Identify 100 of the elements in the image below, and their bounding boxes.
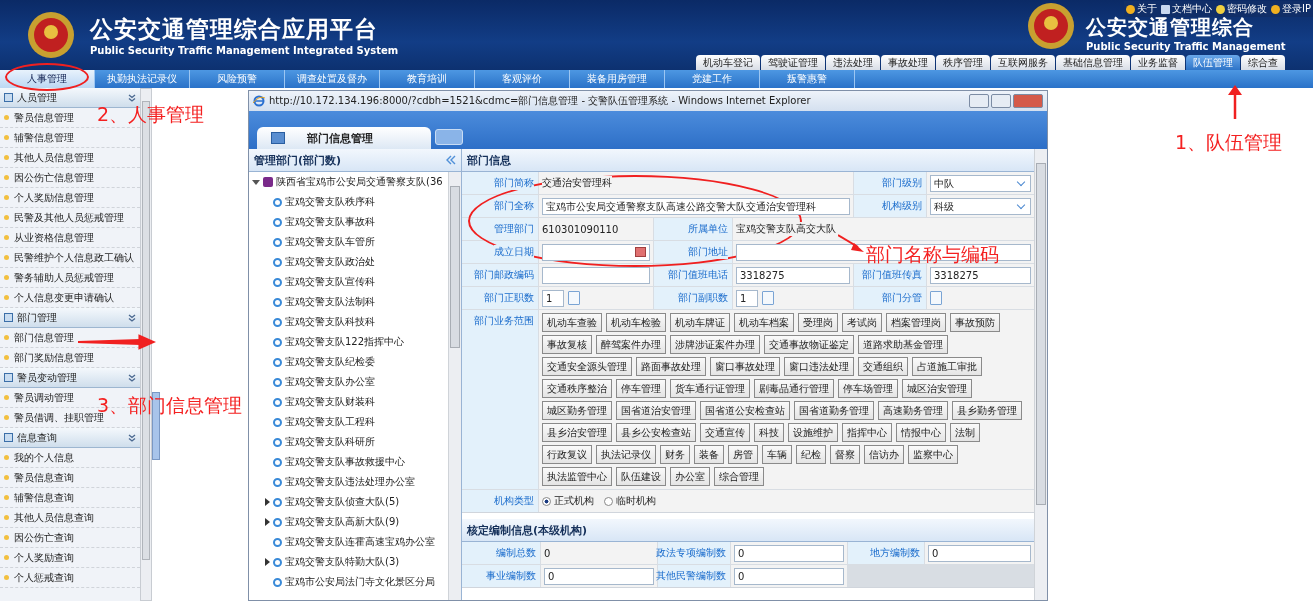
scope-tag-button[interactable]: 机动车档案 (734, 313, 794, 332)
input-field[interactable] (542, 266, 650, 284)
scope-tag-button[interactable]: 停车场管理 (838, 379, 898, 398)
sidebar-item[interactable]: 民警及其他人员惩戒管理 (14, 208, 124, 227)
scope-tag-button[interactable]: 高速勤务管理 (878, 401, 948, 420)
sidebar-item[interactable]: 警员信息管理 (14, 108, 74, 127)
module-tab[interactable]: 秩序管理 (936, 55, 990, 70)
scope-tag-button[interactable]: 涉牌涉证案件办理 (670, 335, 760, 354)
module-tab[interactable]: 事故处理 (881, 55, 935, 70)
input-field[interactable]: 0 (928, 544, 1031, 562)
scope-tag-button[interactable]: 指挥中心 (842, 423, 892, 442)
input-field[interactable]: 1 (736, 289, 758, 307)
sidebar-item[interactable]: 警员信息查询 (14, 468, 74, 487)
scope-tag-button[interactable]: 考试岗 (842, 313, 882, 332)
select-field[interactable]: 中队 (930, 174, 1031, 192)
scope-tag-button[interactable]: 城区勤务管理 (542, 401, 612, 420)
radio-option[interactable]: 正式机构 (542, 494, 594, 508)
tree-node[interactable]: 宝鸡交警支队宣传科 (249, 272, 448, 292)
module-tab[interactable]: 综合查 (1241, 55, 1285, 70)
nav-tab[interactable]: 客观评价 (475, 70, 570, 88)
sidebar-item[interactable]: 个人奖励信息管理 (14, 188, 94, 207)
tree-node[interactable]: 宝鸡交警支队纪检委 (249, 352, 448, 372)
scope-tag-button[interactable]: 窗口违法处理 (784, 357, 854, 376)
nav-tab[interactable]: 风险预警 (190, 70, 285, 88)
input-field[interactable]: 3318275 (736, 266, 850, 284)
double-chevron-icon[interactable] (446, 155, 456, 165)
scope-tag-button[interactable]: 行政复议 (542, 445, 592, 464)
sidebar-item[interactable]: 部门奖励信息管理 (14, 348, 94, 367)
tree-node[interactable]: 陕西省宝鸡市公安局交通警察支队(36 (249, 172, 448, 192)
scope-tag-button[interactable]: 交通事故物证鉴定 (764, 335, 854, 354)
scope-tag-button[interactable]: 信访办 (864, 445, 904, 464)
scope-tag-button[interactable]: 国省道勤务管理 (794, 401, 874, 420)
sidebar-item[interactable]: 我的个人信息 (14, 448, 74, 467)
scope-tag-button[interactable]: 装备 (694, 445, 724, 464)
page-tab[interactable]: 部门信息管理 (257, 127, 431, 149)
scope-tag-button[interactable]: 纪检 (796, 445, 826, 464)
sidebar-item[interactable]: 部门信息管理 (14, 328, 74, 347)
scope-tag-button[interactable]: 交通组织 (858, 357, 908, 376)
nav-tab[interactable]: 人事管理 (0, 70, 95, 88)
nav-tab[interactable]: 党建工作 (665, 70, 760, 88)
sidebar-item[interactable]: 其他人员信息管理 (14, 148, 94, 167)
scope-tag-button[interactable]: 办公室 (670, 467, 710, 486)
tree-node[interactable]: 宝鸡交警支队特勤大队(3) (249, 552, 448, 572)
input-field[interactable]: 0 (734, 544, 844, 562)
scope-tag-button[interactable]: 财务 (660, 445, 690, 464)
sidebar-item[interactable]: 民警维护个人信息政工确认 (14, 248, 134, 267)
scope-tag-button[interactable]: 科技 (754, 423, 784, 442)
scope-tag-button[interactable]: 县乡勤务管理 (952, 401, 1022, 420)
nav-tab[interactable]: 教育培训 (380, 70, 475, 88)
sidebar-item[interactable]: 个人惩戒查询 (14, 568, 74, 587)
minimize-button[interactable] (969, 94, 989, 108)
scope-tag-button[interactable]: 县乡治安管理 (542, 423, 612, 442)
input-field[interactable]: 1 (542, 289, 564, 307)
module-tab[interactable]: 违法处理 (826, 55, 880, 70)
module-tab[interactable]: 机动车登记 (696, 55, 760, 70)
scope-tag-button[interactable]: 城区治安管理 (902, 379, 972, 398)
sidebar-item[interactable]: 辅警信息管理 (14, 128, 74, 147)
tree-node[interactable]: 宝鸡交警支队车管所 (249, 232, 448, 252)
sidebar-group-header[interactable]: 信息查询 (0, 428, 140, 448)
tree-node[interactable]: 宝鸡交警支队122指挥中心 (249, 332, 448, 352)
scope-tag-button[interactable]: 监察中心 (908, 445, 958, 464)
module-tab[interactable]: 业务监督 (1131, 55, 1185, 70)
input-field[interactable]: 宝鸡市公安局交通警察支队高速公路交警大队交通治安管理科 (542, 197, 850, 215)
maximize-button[interactable] (991, 94, 1011, 108)
scope-tag-button[interactable]: 机动车牌证 (670, 313, 730, 332)
radio-option[interactable]: 临时机构 (604, 494, 656, 508)
scope-tag-button[interactable]: 事故复核 (542, 335, 592, 354)
header-link[interactable]: 关于 (1126, 2, 1157, 16)
scope-tag-button[interactable]: 剧毒品通行管理 (754, 379, 834, 398)
date-field[interactable] (542, 243, 650, 261)
sidebar-item[interactable]: 警员调动管理 (14, 388, 74, 407)
scope-tag-button[interactable]: 道路求助基金管理 (858, 335, 948, 354)
sidebar-item[interactable]: 其他人员信息查询 (14, 508, 94, 527)
sidebar-item[interactable]: 因公伤亡信息管理 (14, 168, 94, 187)
scope-tag-button[interactable]: 督察 (830, 445, 860, 464)
tree-node[interactable]: 宝鸡交警支队秩序科 (249, 192, 448, 212)
scrollbar[interactable] (1034, 149, 1047, 600)
scope-tag-button[interactable]: 占道施工审批 (912, 357, 982, 376)
tree-node[interactable]: 宝鸡交警支队违法处理办公室 (249, 472, 448, 492)
sidebar-group-header[interactable]: 警员变动管理 (0, 368, 140, 388)
tree-node[interactable]: 宝鸡交警支队工程科 (249, 412, 448, 432)
scope-tag-button[interactable]: 房管 (728, 445, 758, 464)
scope-tag-button[interactable]: 县乡公安检查站 (616, 423, 696, 442)
scope-tag-button[interactable]: 车辆 (762, 445, 792, 464)
nav-tab[interactable]: 装备用房管理 (570, 70, 665, 88)
scope-tag-button[interactable]: 执法记录仪 (596, 445, 656, 464)
tree-node[interactable]: 宝鸡交警支队科技科 (249, 312, 448, 332)
scope-tag-button[interactable]: 情报中心 (896, 423, 946, 442)
module-tab[interactable]: 互联网服务 (991, 55, 1055, 70)
tree-node[interactable]: 宝鸡交警支队高新大队(9) (249, 512, 448, 532)
scope-tag-button[interactable]: 交通安全源头管理 (542, 357, 632, 376)
scope-tag-button[interactable]: 事故预防 (950, 313, 1000, 332)
nav-tab[interactable]: 调查处置及督办 (285, 70, 380, 88)
tree-node[interactable]: 宝鸡交警支队政治处 (249, 252, 448, 272)
scope-tag-button[interactable]: 执法监管中心 (542, 467, 612, 486)
scope-tag-button[interactable]: 停车管理 (616, 379, 666, 398)
scope-tag-button[interactable]: 队伍建设 (616, 467, 666, 486)
scope-tag-button[interactable]: 综合管理 (714, 467, 764, 486)
select-field[interactable]: 科级 (930, 197, 1031, 215)
scope-tag-button[interactable]: 机动车查验 (542, 313, 602, 332)
